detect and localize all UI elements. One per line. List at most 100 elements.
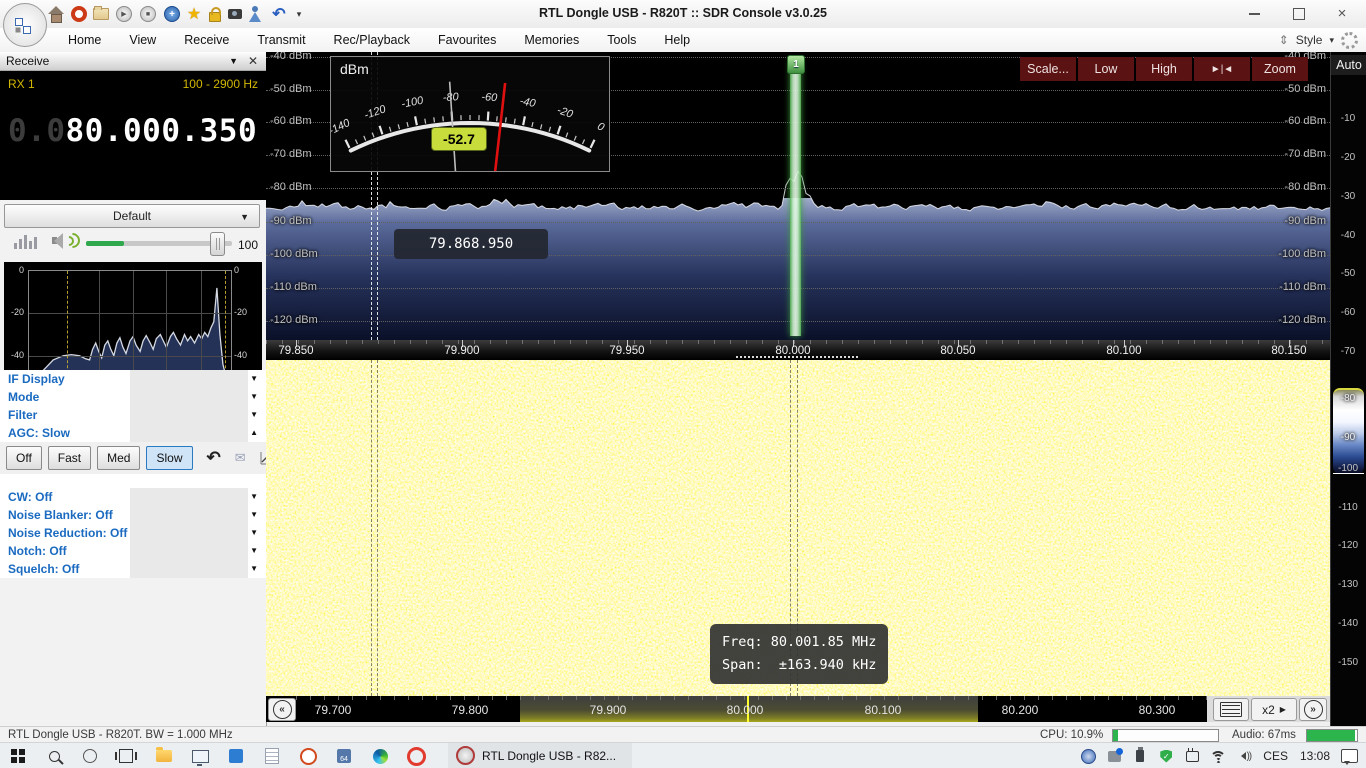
menu-item-receive[interactable]: Receive	[170, 29, 243, 51]
pin-chevrons-icon[interactable]: ⇕	[1279, 33, 1289, 47]
panel-close-icon[interactable]: ✕	[248, 54, 258, 68]
menu-item-help[interactable]: Help	[650, 29, 704, 51]
menu-item-transmit[interactable]: Transmit	[243, 29, 319, 51]
volume-icon[interactable]: ))	[1231, 743, 1257, 768]
home-icon[interactable]	[47, 5, 65, 23]
orange-app-icon[interactable]	[294, 743, 322, 768]
favourite-star-icon[interactable]: ★	[185, 5, 203, 23]
power-plug-icon[interactable]	[1179, 743, 1205, 768]
style-menu[interactable]: Style	[1296, 33, 1323, 47]
section-mode[interactable]: Mode▼	[0, 388, 266, 406]
play-icon[interactable]: ▶	[115, 5, 133, 23]
center-button[interactable]: ►|◄	[1194, 57, 1250, 81]
spectrum-display[interactable]: -40 dBm-40 dBm-50 dBm-50 dBm-60 dBm-60 d…	[266, 52, 1330, 340]
agc-mail-icon[interactable]: ✉	[235, 450, 246, 466]
menu-item-favourites[interactable]: Favourites	[424, 29, 510, 51]
chevron-down-icon[interactable]: ▼	[250, 392, 258, 401]
style-caret-icon[interactable]: ▾	[1329, 35, 1334, 46]
lock-icon[interactable]	[206, 5, 224, 23]
user-icon[interactable]	[246, 5, 264, 23]
agc-off-button[interactable]: Off	[6, 446, 42, 470]
settings-gear-icon[interactable]	[1341, 32, 1358, 49]
auto-scale-button[interactable]: Auto	[1331, 55, 1366, 75]
section-agc[interactable]: AGC: Slow▲	[0, 424, 266, 442]
section-if-display[interactable]: IF Display▼	[0, 370, 266, 388]
application-orb-button[interactable]	[3, 3, 47, 47]
maximize-button[interactable]	[1277, 0, 1321, 27]
chevron-up-icon[interactable]: ▲	[250, 428, 258, 437]
zoom-button[interactable]: Zoom	[1252, 57, 1308, 81]
frequency-display[interactable]: 0.080.000.350	[8, 113, 257, 149]
clock[interactable]: 13:08	[1294, 749, 1336, 763]
chevron-down-icon[interactable]: ▼	[250, 564, 258, 573]
chevron-down-icon[interactable]: ▼	[250, 410, 258, 419]
band-navigation-bar[interactable]: « x2▶ » 79.70079.80079.90080.00080.10080…	[266, 696, 1330, 722]
low-button[interactable]: Low	[1078, 57, 1134, 81]
minimize-button[interactable]	[1232, 0, 1276, 27]
scale-button[interactable]: Scale...	[1020, 57, 1076, 81]
high-button[interactable]: High	[1136, 57, 1192, 81]
tray-update-icon[interactable]	[1101, 743, 1127, 768]
panel-collapse-icon[interactable]: ▼	[229, 56, 238, 66]
chevron-down-icon[interactable]: ▼	[250, 374, 258, 383]
menu-item-memories[interactable]: Memories	[510, 29, 593, 51]
equalizer-icon[interactable]	[14, 235, 37, 249]
speaker-mute-icon[interactable]	[52, 232, 74, 250]
wifi-icon[interactable]	[1205, 743, 1231, 768]
chevron-down-icon[interactable]: ▼	[250, 492, 258, 501]
receive-panel-header[interactable]: Receive ▼ ✕	[0, 52, 266, 71]
add-icon[interactable]: +	[163, 5, 181, 23]
agc-fast-button[interactable]: Fast	[48, 446, 91, 470]
opera-browser-icon[interactable]	[402, 743, 430, 768]
menu-item-tools[interactable]: Tools	[593, 29, 650, 51]
volume-slider-handle[interactable]	[210, 232, 225, 256]
chevron-down-icon[interactable]: ▼	[250, 546, 258, 555]
file-explorer-icon[interactable]	[150, 743, 178, 768]
section-filter[interactable]: Filter▼	[0, 406, 266, 424]
search-icon[interactable]	[40, 743, 68, 768]
section-cw[interactable]: CW: Off▼	[0, 488, 266, 506]
cortana-icon[interactable]	[76, 743, 104, 768]
edge-browser-icon[interactable]	[366, 743, 394, 768]
keyboard-entry-button[interactable]	[1213, 698, 1249, 721]
system-monitor-icon[interactable]	[186, 743, 214, 768]
spectrum-frequency-ruler[interactable]: 79.85079.90079.95080.00080.05080.10080.1…	[266, 340, 1330, 360]
disk-imager-icon[interactable]: 64	[330, 743, 358, 768]
section-noise-blanker[interactable]: Noise Blanker: Off▼	[0, 506, 266, 524]
chevron-down-icon[interactable]: ▼	[250, 528, 258, 537]
section-notch[interactable]: Notch: Off▼	[0, 542, 266, 560]
undo-icon[interactable]: ↶	[270, 5, 288, 23]
notification-center-icon[interactable]	[1336, 743, 1362, 768]
stop-record-icon[interactable]: ■	[139, 5, 157, 23]
camera-icon[interactable]	[226, 5, 244, 23]
preset-dropdown[interactable]: Default ▼	[4, 204, 260, 228]
keyboard-language[interactable]: CES	[1257, 749, 1294, 763]
tray-app-icon[interactable]	[1075, 743, 1101, 768]
active-app-taskbar-button[interactable]: RTL Dongle USB - R82...	[448, 743, 632, 768]
zoom-factor-button[interactable]: x2▶	[1251, 698, 1297, 721]
marker-1-flag[interactable]: 1	[787, 55, 805, 74]
agc-slow-button[interactable]: Slow	[146, 446, 192, 470]
chevron-down-icon[interactable]: ▼	[250, 510, 258, 519]
menu-item-rec-playback[interactable]: Rec/Playback	[320, 29, 424, 51]
section-squelch[interactable]: Squelch: Off▼	[0, 560, 266, 578]
pan-left-button[interactable]: «	[268, 698, 296, 721]
pan-right-button[interactable]: »	[1299, 698, 1327, 721]
start-button[interactable]	[4, 743, 32, 768]
db-label-left: -120 dBm	[270, 314, 318, 326]
open-folder-icon[interactable]	[92, 5, 110, 23]
toolbar-overflow-icon[interactable]: ▾	[290, 5, 308, 23]
notepad-icon[interactable]	[258, 743, 286, 768]
agc-med-button[interactable]: Med	[97, 446, 140, 470]
menu-item-view[interactable]: View	[115, 29, 170, 51]
usb-device-icon[interactable]	[1127, 743, 1153, 768]
close-button[interactable]: ×	[1320, 0, 1364, 27]
task-view-icon[interactable]	[112, 743, 140, 768]
section-noise-reduction[interactable]: Noise Reduction: Off▼	[0, 524, 266, 542]
waterfall-display[interactable]: Freq: 80.001.85 MHzSpan: ±163.940 kHz	[266, 360, 1330, 696]
blue-app-icon[interactable]	[222, 743, 250, 768]
agc-undo-icon[interactable]: ↶	[207, 448, 221, 468]
help-lifering-icon[interactable]	[70, 5, 88, 23]
security-shield-icon[interactable]: ✓	[1153, 743, 1179, 768]
menu-item-home[interactable]: Home	[54, 29, 115, 51]
